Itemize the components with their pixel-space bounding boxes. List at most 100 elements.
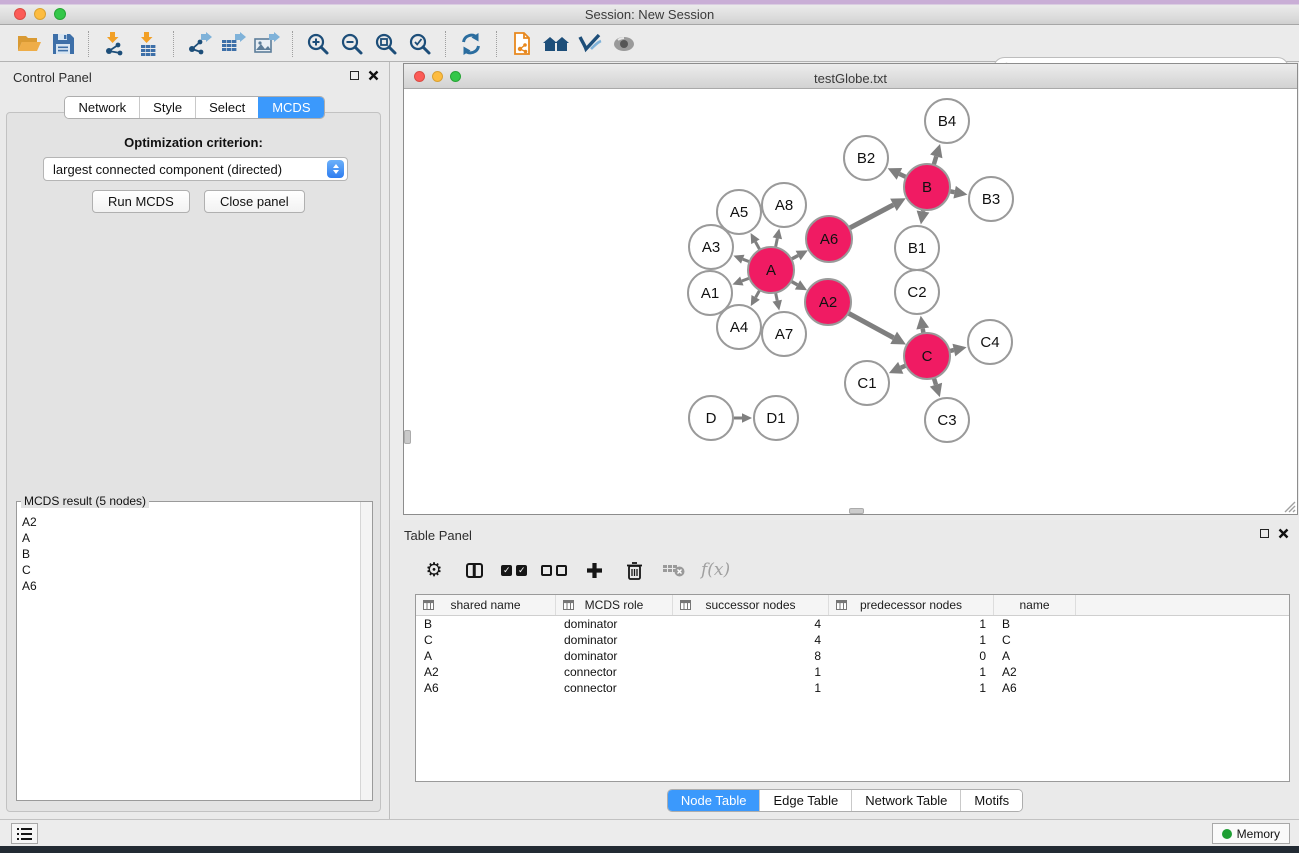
import-table-icon[interactable] bbox=[131, 29, 165, 59]
table-settings-gear-icon[interactable]: ⚙ bbox=[421, 555, 447, 585]
edge-A-A1[interactable] bbox=[742, 278, 750, 281]
table-row[interactable]: A6connector11A6 bbox=[416, 680, 1289, 696]
edge-A-A3[interactable] bbox=[743, 259, 750, 262]
arrowhead-D-D1 bbox=[742, 413, 752, 423]
edge-A-A2[interactable] bbox=[791, 281, 797, 285]
close-panel-button[interactable]: Close panel bbox=[204, 190, 305, 213]
edge-A2-C[interactable] bbox=[848, 313, 893, 338]
node-label-B3: B3 bbox=[982, 191, 1000, 208]
column-header-shared-name[interactable]: shared name bbox=[416, 595, 556, 615]
column-header-name[interactable]: name bbox=[994, 595, 1076, 615]
zoom-selected-icon[interactable] bbox=[403, 29, 437, 59]
mcds-result-item[interactable]: B bbox=[22, 546, 360, 562]
table-cell: 8 bbox=[673, 648, 829, 664]
memory-button[interactable]: Memory bbox=[1212, 823, 1290, 844]
export-table-icon[interactable] bbox=[216, 29, 250, 59]
delete-column-trash-icon[interactable] bbox=[621, 555, 647, 585]
tab-select[interactable]: Select bbox=[195, 97, 258, 118]
horizontal-scrollbar-thumb[interactable] bbox=[849, 508, 864, 514]
table-cell: 1 bbox=[829, 616, 994, 632]
arrowhead-B-B4 bbox=[930, 144, 942, 158]
add-column-icon[interactable] bbox=[581, 555, 607, 585]
mcds-result-list[interactable]: A2ABCA6 bbox=[17, 506, 360, 800]
status-bar: Memory bbox=[0, 819, 1299, 846]
run-mcds-button[interactable]: Run MCDS bbox=[92, 190, 190, 213]
tab-motifs[interactable]: Motifs bbox=[960, 790, 1022, 811]
home-icon[interactable] bbox=[539, 29, 573, 59]
import-network-icon[interactable] bbox=[97, 29, 131, 59]
mcds-result-item[interactable]: A6 bbox=[22, 578, 360, 594]
refresh-icon[interactable] bbox=[454, 29, 488, 59]
edge-A-A7[interactable] bbox=[776, 293, 778, 301]
table-row[interactable]: A2connector11A2 bbox=[416, 664, 1289, 680]
arrowhead-C-C3 bbox=[930, 383, 942, 397]
table-panel-title: Table Panel bbox=[404, 528, 472, 543]
copy-network-document-icon[interactable] bbox=[505, 29, 539, 59]
export-network-icon[interactable] bbox=[182, 29, 216, 59]
mcds-result-item[interactable]: C bbox=[22, 562, 360, 578]
edge-A-A6[interactable] bbox=[791, 255, 798, 259]
mcds-list-scrollbar[interactable] bbox=[360, 502, 372, 800]
float-table-panel-icon[interactable] bbox=[1260, 529, 1269, 538]
column-header-MCDS-role[interactable]: MCDS role bbox=[556, 595, 673, 615]
mcds-result-item[interactable]: A2 bbox=[22, 514, 360, 530]
float-panel-icon[interactable] bbox=[350, 71, 359, 80]
toggle-visibility-icon[interactable] bbox=[573, 29, 607, 59]
tab-style[interactable]: Style bbox=[139, 97, 195, 118]
edge-A-A5[interactable] bbox=[755, 242, 759, 250]
memory-label: Memory bbox=[1237, 827, 1280, 841]
preview-eye-icon[interactable] bbox=[607, 29, 641, 59]
table-cell: 4 bbox=[673, 616, 829, 632]
app-title: Session: New Session bbox=[0, 7, 1299, 22]
tab-network[interactable]: Network bbox=[65, 97, 139, 118]
column-header-successor-nodes[interactable]: successor nodes bbox=[673, 595, 829, 615]
delete-table-icon[interactable] bbox=[661, 555, 687, 585]
tab-edge-table[interactable]: Edge Table bbox=[759, 790, 851, 811]
task-history-button[interactable] bbox=[11, 823, 38, 844]
node-label-C1: C1 bbox=[857, 375, 876, 392]
zoom-in-icon[interactable] bbox=[301, 29, 335, 59]
vertical-scrollbar-thumb[interactable] bbox=[404, 430, 411, 444]
arrowhead-C-C2 bbox=[916, 316, 929, 330]
edge-A6-B[interactable] bbox=[849, 205, 893, 228]
tab-mcds[interactable]: MCDS bbox=[258, 97, 323, 118]
select-all-rows-icon[interactable] bbox=[501, 555, 527, 585]
resize-grip-icon[interactable] bbox=[1283, 500, 1296, 513]
edge-B-B4[interactable] bbox=[934, 156, 937, 165]
table-panel: Table Panel ⚙ f(x) shared nameMCDS roles… bbox=[391, 520, 1299, 820]
table-cell: 4 bbox=[673, 632, 829, 648]
mcds-result-item[interactable]: A bbox=[22, 530, 360, 546]
edge-C-C3[interactable] bbox=[934, 378, 936, 385]
control-panel-title: Control Panel bbox=[13, 70, 92, 85]
tab-network-table[interactable]: Network Table bbox=[851, 790, 960, 811]
table-header-row: shared nameMCDS rolesuccessor nodesprede… bbox=[416, 595, 1289, 616]
close-panel-icon[interactable] bbox=[368, 70, 379, 81]
table-cell: 1 bbox=[829, 664, 994, 680]
edge-B-B2[interactable] bbox=[899, 174, 906, 177]
table-row[interactable]: Adominator80A bbox=[416, 648, 1289, 664]
network-window-titlebar: testGlobe.txt bbox=[404, 64, 1297, 89]
edge-A-A4[interactable] bbox=[756, 290, 760, 297]
tab-node-table[interactable]: Node Table bbox=[668, 790, 760, 811]
save-session-icon[interactable] bbox=[46, 29, 80, 59]
deselect-all-rows-icon[interactable] bbox=[541, 555, 567, 585]
table-row[interactable]: Cdominator41C bbox=[416, 632, 1289, 648]
criterion-dropdown[interactable]: largest connected component (directed) bbox=[43, 157, 348, 181]
zoom-fit-icon[interactable] bbox=[369, 29, 403, 59]
edge-A-A8[interactable] bbox=[776, 238, 778, 247]
table-row[interactable]: Bdominator41B bbox=[416, 616, 1289, 632]
open-session-icon[interactable] bbox=[12, 29, 46, 59]
table-cell: B bbox=[994, 616, 1076, 632]
zoom-out-icon[interactable] bbox=[335, 29, 369, 59]
node-label-C: C bbox=[922, 348, 933, 365]
network-graph: AA1A2A3A4A5A6A7A8BB1B2B3B4CC1C2C3C4DD1 bbox=[404, 90, 1297, 514]
mcds-panel: Optimization criterion: largest connecte… bbox=[6, 112, 381, 812]
function-builder-icon[interactable]: f(x) bbox=[701, 555, 730, 585]
export-image-icon[interactable] bbox=[250, 29, 284, 59]
network-canvas[interactable]: AA1A2A3A4A5A6A7A8BB1B2B3B4CC1C2C3C4DD1 bbox=[404, 90, 1297, 514]
close-table-panel-icon[interactable] bbox=[1278, 528, 1289, 539]
show-columns-icon[interactable] bbox=[461, 555, 487, 585]
column-header-predecessor-nodes[interactable]: predecessor nodes bbox=[829, 595, 994, 615]
table-cell: 1 bbox=[829, 632, 994, 648]
shared-column-icon bbox=[423, 600, 434, 610]
